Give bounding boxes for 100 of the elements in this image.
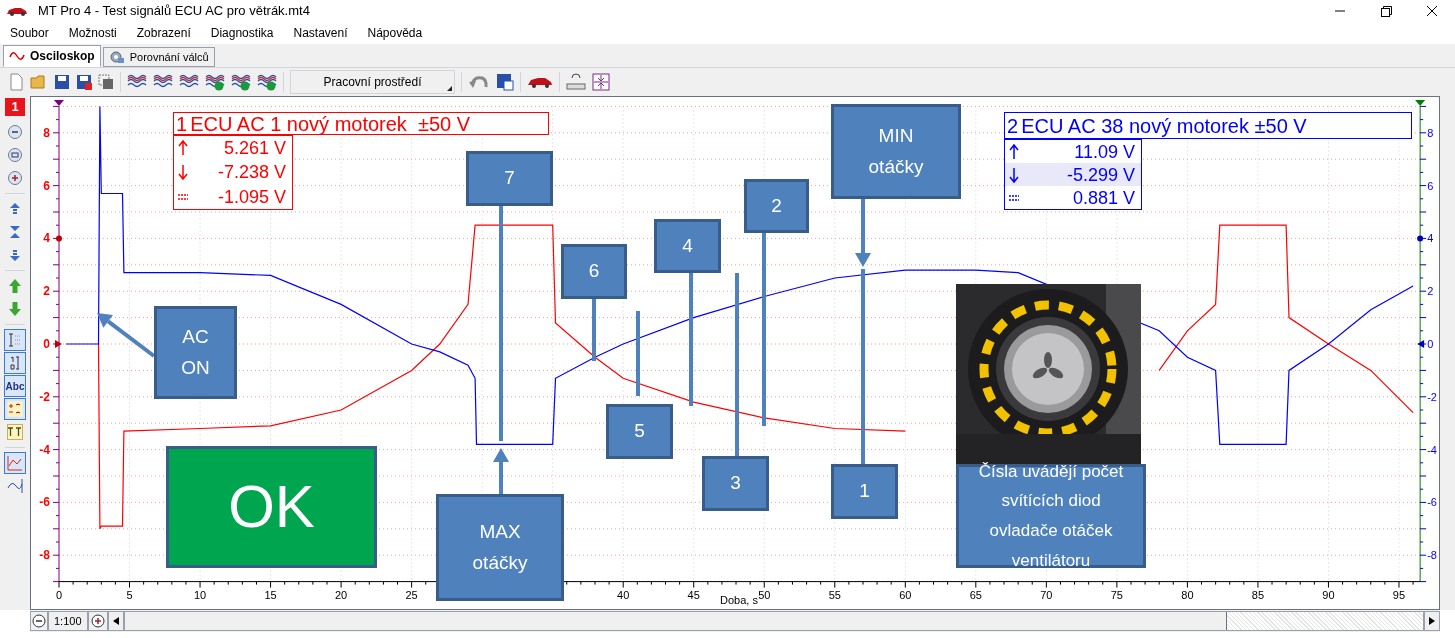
axis-tick-label: 6 [43, 178, 50, 193]
car-logo-icon [6, 5, 28, 17]
zoom-fit-icon[interactable] [7, 147, 23, 163]
fit-vertical-icon[interactable] [592, 73, 610, 91]
zoom-level: 1:100 [48, 611, 88, 631]
arrow [493, 448, 509, 494]
axis-tick-label: 4 [43, 231, 50, 246]
axis-tick-label: 40 [617, 588, 630, 601]
callout-box: MIN otáčky [831, 104, 961, 199]
ruler-refresh-icon[interactable] [566, 73, 586, 91]
scroll-right-icon[interactable] [1429, 617, 1435, 625]
axis-tick-label: -2 [1427, 390, 1437, 403]
zero-marker-icon[interactable] [55, 340, 62, 348]
reading-value: -1.095 V [217, 187, 286, 206]
scroll-left-icon[interactable] [112, 617, 119, 625]
callout-box: MAX otáčky [436, 494, 564, 601]
arrow-up-icon[interactable] [7, 278, 23, 294]
zoom-in-icon[interactable] [90, 614, 105, 628]
car-icon[interactable] [527, 75, 553, 89]
axis-tick-label: 70 [1040, 588, 1053, 601]
average-icon [177, 193, 189, 200]
save-copy-icon[interactable] [98, 74, 114, 90]
save-as-icon[interactable] [76, 74, 92, 90]
offset-marker-icon[interactable] [56, 235, 62, 242]
axis-tick-label: 0 [1427, 338, 1434, 350]
axis-tick-label: 85 [1251, 588, 1265, 601]
tab[interactable]: Osciloskop [3, 45, 101, 67]
axis-tick-label: 45 [687, 588, 700, 601]
scrollbar-thumb[interactable] [124, 612, 1227, 630]
zoom-out-icon[interactable] [32, 614, 46, 628]
axis-tick-label: -6 [1427, 496, 1437, 509]
arrow-down-icon[interactable] [7, 301, 23, 317]
max-arrow-icon [1008, 142, 1020, 161]
status-label: OK [166, 446, 377, 568]
axis-tick-label: -4 [1427, 443, 1437, 456]
average-icon [1008, 194, 1020, 201]
cursor-icon[interactable] [7, 332, 23, 348]
menu-item[interactable]: Diagnostika [210, 24, 274, 42]
chart-icon[interactable] [7, 455, 23, 471]
window-title: MT Pro 4 - Test signálů ECU AC pro větrák.mt4 [38, 2, 310, 21]
axis-tick-label: -8 [1427, 549, 1437, 562]
axis-tick-label: 60 [899, 588, 912, 601]
axis-tick-label: 20 [335, 588, 348, 601]
menu-item[interactable]: Možnosti [68, 24, 117, 42]
callout-box: 3 [702, 456, 769, 511]
waves-check-icon[interactable] [205, 73, 225, 91]
axis-tick-label: -2 [39, 389, 50, 404]
axis-tick-label: 0 [55, 588, 63, 601]
axis-tick-label: 80 [1181, 588, 1194, 601]
text-tool-button[interactable]: Abc [4, 375, 26, 397]
save-window-icon[interactable] [496, 73, 514, 91]
tab[interactable]: Porovnání válců [102, 47, 215, 67]
waves-badge-icon[interactable] [257, 73, 277, 91]
axis-tick-label: 55 [828, 588, 841, 601]
axis-tick-label: 0 [43, 337, 50, 351]
channel-button[interactable]: 1 [5, 98, 25, 116]
axis-tick-label: -4 [39, 442, 50, 457]
waves-badge-icon[interactable] [231, 73, 251, 91]
axis-tick-label: 25 [405, 588, 418, 601]
menu-item[interactable]: Nastavení [293, 24, 348, 42]
zero-marker-icon[interactable] [1417, 340, 1425, 348]
reading-value: 5.261 V [223, 139, 286, 158]
measure-icon[interactable] [7, 401, 23, 417]
t1-t2-icon[interactable] [7, 424, 23, 440]
axis-tick-label: 10 [193, 588, 207, 601]
zoom-in-icon[interactable] [7, 170, 23, 186]
axis-tick-label: 8 [1427, 126, 1434, 139]
channel-marker-icon[interactable] [1415, 100, 1426, 106]
axis-tick-label: 65 [969, 588, 982, 601]
axis-tick-label: -8 [39, 548, 50, 563]
reading-value: -7.238 V [217, 163, 286, 182]
dropdown-corner-icon[interactable] [447, 86, 452, 91]
channel-name: ECU AC 38 nový motorek ±50 V [1021, 115, 1307, 136]
callout-box: 5 [606, 404, 673, 459]
channel-number: 2 [1007, 115, 1019, 136]
sine-wave-icon[interactable] [9, 51, 25, 61]
axis-tick-label: 50 [758, 588, 771, 601]
menu-item[interactable]: Nápověda [367, 24, 423, 42]
axis-tick-label: 4 [1427, 232, 1434, 245]
channel-number: 1 [176, 113, 188, 134]
axis-tick-label: 5 [126, 588, 133, 601]
channel-marker-icon[interactable] [54, 100, 64, 106]
axis-tick-label: 6 [1427, 179, 1434, 192]
menu-item[interactable]: Soubor [10, 24, 49, 42]
min-arrow-icon [1008, 165, 1020, 184]
wave-icon[interactable] [7, 478, 23, 494]
axis-tick-label: 90 [1322, 588, 1335, 601]
offset-marker-icon[interactable] [1417, 235, 1424, 242]
save-icon[interactable] [54, 74, 70, 90]
callout-box: 7 [466, 151, 553, 206]
callout-box: AC ON [154, 306, 237, 399]
gear-icon[interactable] [108, 50, 125, 64]
axis-tick-label: -6 [39, 495, 50, 510]
zoom-out-icon[interactable] [7, 124, 23, 140]
axis-tick-label: 95 [1392, 588, 1406, 601]
arrow [97, 313, 156, 358]
axis-tick-label: 2 [1427, 285, 1434, 298]
workspace-dropdown[interactable]: Pracovní prostředí [290, 70, 455, 94]
channel-name: ECU AC 1 nový motorek ±50 V [190, 113, 471, 134]
menu-item[interactable]: Zobrazení [136, 24, 191, 42]
